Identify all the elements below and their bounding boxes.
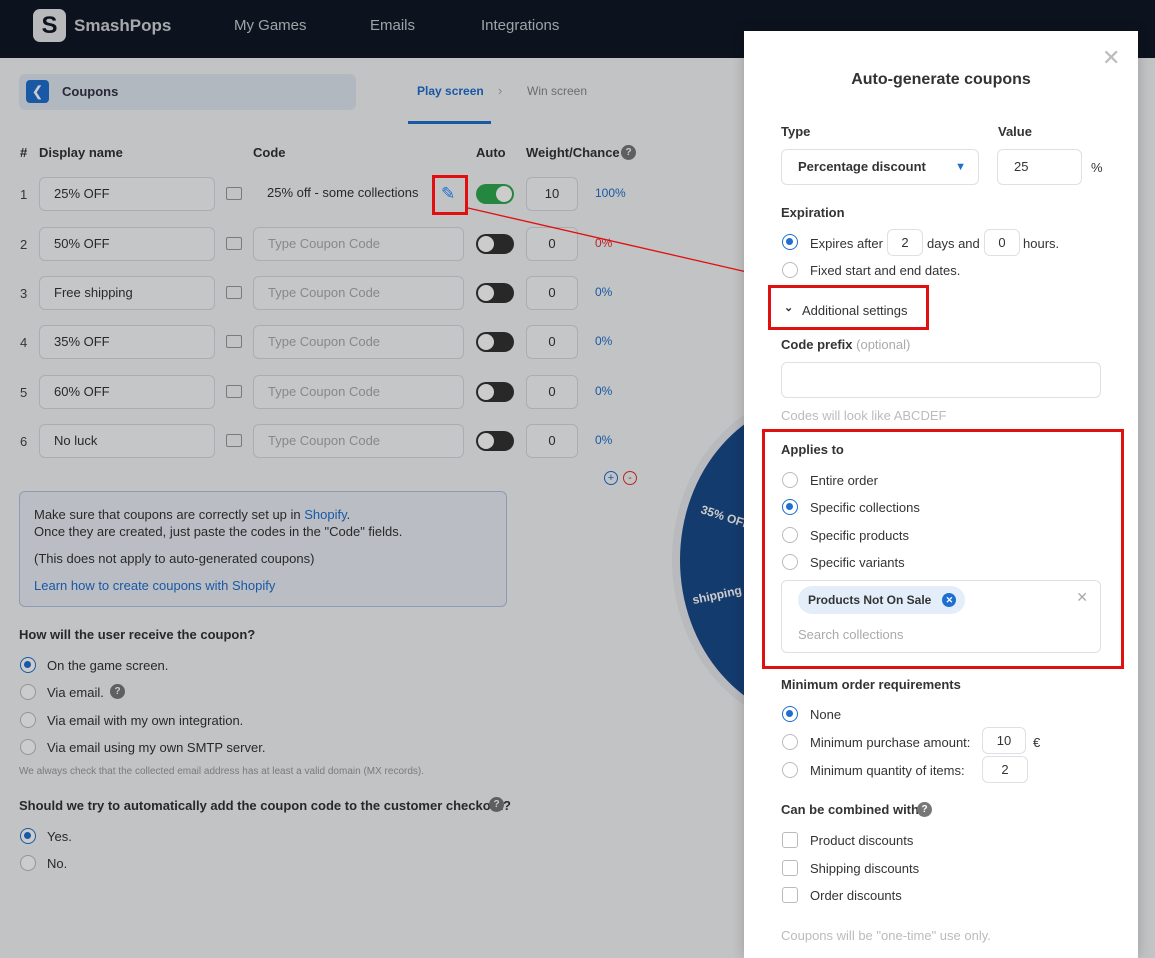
days-input[interactable]: 2 — [887, 229, 923, 256]
min-req-label: Minimum order requirements — [781, 677, 961, 692]
min-purchase-text: Minimum purchase amount: — [810, 735, 971, 750]
checkbox-product-discounts[interactable] — [782, 832, 798, 848]
min-qty-input[interactable]: 2 — [982, 756, 1028, 783]
applies-specific-variants: Specific variants — [810, 555, 905, 570]
radio-expires-after[interactable] — [782, 234, 798, 250]
chevron-down-icon: ▼ — [955, 161, 966, 173]
min-purchase-input[interactable]: 10 — [982, 727, 1026, 754]
chevron-down-icon[interactable]: ⌄ — [784, 301, 793, 314]
combine-product-discounts: Product discounts — [810, 833, 914, 848]
selected-collection-tag: Products Not On Sale ✕ — [798, 586, 966, 614]
help-icon[interactable]: ? — [917, 802, 932, 817]
radio-fixed-dates[interactable] — [782, 262, 798, 278]
prefix-input[interactable] — [781, 362, 1101, 398]
radio-specific-variants[interactable] — [782, 554, 798, 570]
value-label: Value — [998, 124, 1032, 139]
radio-min-none[interactable] — [782, 706, 798, 722]
combine-label: Can be combined with — [781, 802, 919, 817]
currency-symbol: € — [1033, 735, 1041, 750]
expires-after-text: Expires after — [810, 236, 883, 251]
expiration-label: Expiration — [781, 205, 845, 220]
checkbox-shipping-discounts[interactable] — [782, 860, 798, 876]
radio-specific-products[interactable] — [782, 527, 798, 543]
radio-entire-order[interactable] — [782, 472, 798, 488]
type-value: Percentage discount — [798, 159, 926, 174]
type-select[interactable]: Percentage discount ▼ — [781, 149, 979, 185]
pencil-icon[interactable]: ✎ — [441, 184, 455, 204]
combine-order-discounts: Order discounts — [810, 888, 902, 903]
min-qty-text: Minimum quantity of items: — [810, 763, 965, 778]
radio-min-purchase[interactable] — [782, 734, 798, 750]
clear-icon[interactable]: ✕ — [1076, 589, 1088, 606]
applies-entire-order: Entire order — [810, 473, 878, 488]
additional-settings-toggle[interactable]: Additional settings — [802, 303, 908, 318]
applies-specific-collections: Specific collections — [810, 500, 920, 515]
hours-input[interactable]: 0 — [984, 229, 1020, 256]
applies-label: Applies to — [781, 442, 844, 457]
prefix-hint: Codes will look like ABCDEF — [781, 408, 947, 423]
prefix-label: Code prefix (optional) — [781, 337, 911, 352]
search-collections-input[interactable]: Search collections — [798, 627, 904, 642]
modal-title: Auto-generate coupons — [851, 71, 1031, 88]
value-input[interactable]: 25 — [997, 149, 1082, 185]
hours-text: hours. — [1023, 236, 1060, 251]
days-and-text: days and — [927, 236, 980, 251]
radio-specific-collections[interactable] — [782, 499, 798, 515]
type-label: Type — [781, 124, 811, 139]
close-icon[interactable]: ✕ — [1102, 45, 1120, 71]
remove-tag-icon[interactable]: ✕ — [942, 593, 957, 607]
auto-generate-modal: ✕ Auto-generate coupons Type Percentage … — [744, 31, 1138, 958]
fixed-dates-text: Fixed start and end dates. — [810, 263, 961, 278]
min-none-text: None — [810, 707, 842, 722]
collection-picker[interactable]: Products Not On Sale ✕ ✕ Search collecti… — [781, 580, 1101, 653]
value-unit: % — [1091, 160, 1103, 175]
radio-min-qty[interactable] — [782, 762, 798, 778]
checkbox-order-discounts[interactable] — [782, 887, 798, 903]
combine-shipping-discounts: Shipping discounts — [810, 861, 920, 876]
one-time-note: Coupons will be "one-time" use only. — [781, 928, 991, 943]
applies-specific-products: Specific products — [810, 528, 909, 543]
